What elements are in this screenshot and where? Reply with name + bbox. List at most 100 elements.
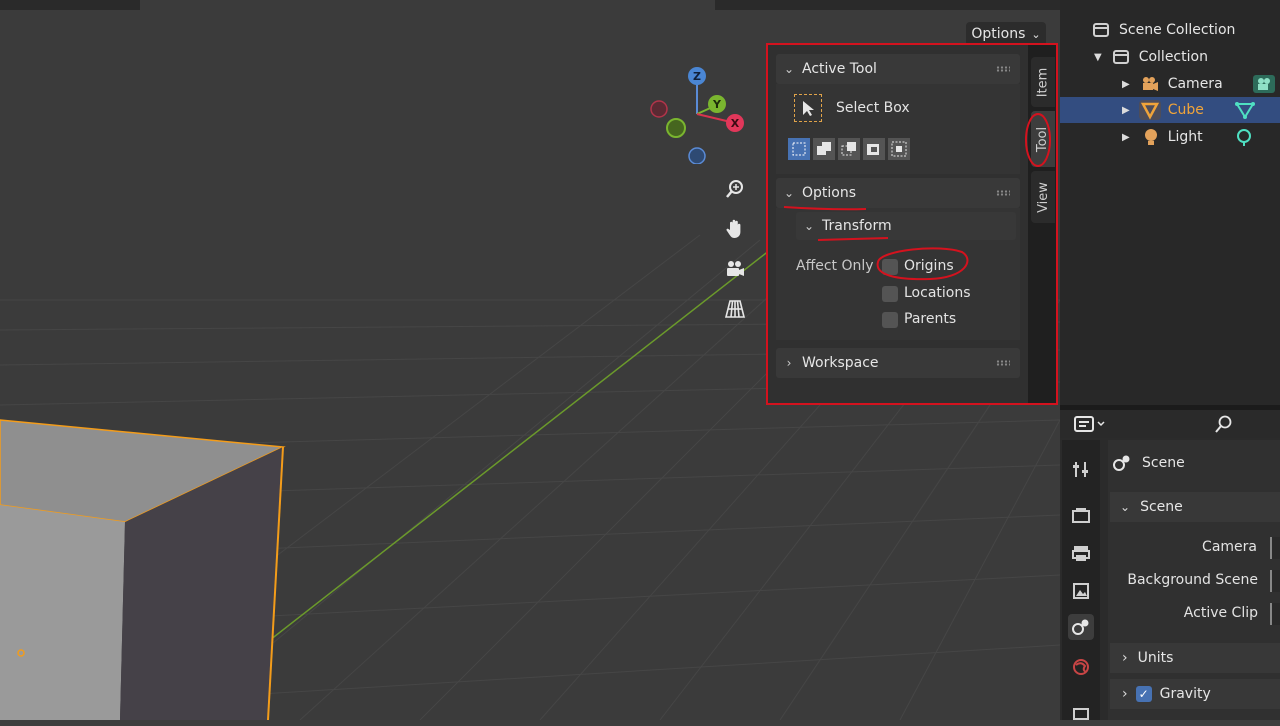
active-clip-input[interactable] — [1270, 603, 1280, 625]
tab-tool-label: Tool — [1035, 126, 1051, 152]
options-panel-header[interactable]: ⌄ Options — [776, 178, 1020, 208]
box-icon — [1073, 708, 1089, 720]
hand-icon — [726, 219, 741, 238]
drag-handle-icon[interactable] — [996, 66, 1010, 72]
select-mode-invert-button[interactable] — [863, 138, 885, 160]
world-properties-tab[interactable] — [1068, 654, 1094, 680]
scene-title: Scene — [1142, 455, 1185, 471]
light-data-icon — [1237, 129, 1251, 146]
select-mode-extend-button[interactable] — [813, 138, 835, 160]
scene-icon — [1072, 619, 1089, 635]
collection-properties-tab[interactable] — [1068, 700, 1094, 726]
scene-section-header[interactable]: ⌄ Scene — [1110, 492, 1280, 522]
editor-type-icon[interactable] — [1074, 414, 1108, 434]
camera-view-button[interactable] — [718, 252, 752, 286]
chevron-right-icon: ▶ — [1122, 78, 1130, 90]
outliner-item-cube[interactable]: ▶ Cube — [1060, 97, 1280, 123]
options-header-label: Options — [802, 185, 857, 201]
outliner-item-label: Light — [1167, 129, 1203, 145]
transform-header-label: Transform — [822, 218, 892, 234]
outliner-item-label: Cube — [1167, 102, 1204, 118]
gravity-checkbox[interactable]: ✓ — [1135, 686, 1152, 702]
render-icon — [1072, 508, 1090, 523]
scene-section-label: Scene — [1140, 499, 1183, 515]
outliner-collection[interactable]: ▼ Collection — [1060, 44, 1280, 70]
cube-front-face — [0, 505, 125, 720]
active-clip-label: Active Clip — [1183, 605, 1258, 621]
properties-header — [1060, 410, 1280, 438]
tab-view[interactable]: View — [1031, 171, 1055, 223]
search-icon[interactable] — [1214, 414, 1234, 434]
units-section-header[interactable]: › Units — [1110, 643, 1280, 673]
pan-button[interactable] — [718, 212, 752, 246]
printer-icon — [1072, 546, 1090, 561]
select-intersect-icon — [891, 141, 907, 157]
tab-item-label: Item — [1035, 67, 1051, 97]
collection-label: Collection — [1138, 49, 1208, 65]
outliner-scene-collection[interactable]: Scene Collection — [1060, 17, 1280, 43]
viewport-options-label: Options — [971, 26, 1026, 42]
chevron-down-icon: ⌄ — [803, 219, 815, 233]
navigation-gizmo[interactable]: Z Y X — [646, 64, 746, 164]
active-tool-header-label: Active Tool — [802, 61, 877, 77]
active-tool-name: Select Box — [836, 100, 910, 116]
locations-label: Locations — [904, 285, 971, 301]
tab-view-label: View — [1035, 181, 1051, 213]
drag-handle-icon[interactable] — [996, 360, 1010, 366]
grid-perspective-icon — [724, 300, 746, 318]
chevron-right-icon: ▶ — [1122, 104, 1130, 116]
background-scene-label: Background Scene — [1127, 572, 1258, 588]
output-properties-tab[interactable] — [1068, 540, 1094, 566]
outliner-item-light[interactable]: ▶ Light — [1060, 124, 1280, 150]
view-layer-properties-tab[interactable] — [1068, 578, 1094, 604]
background-scene-input[interactable] — [1270, 570, 1280, 592]
parents-checkbox[interactable] — [882, 312, 898, 328]
camera-object-icon — [1142, 77, 1158, 91]
chevron-down-icon: ⌄ — [783, 186, 795, 200]
mesh-data-icon — [1235, 102, 1255, 119]
collection-icon — [1093, 23, 1109, 37]
camera-field-input[interactable] — [1270, 537, 1280, 559]
select-set-icon — [792, 142, 806, 156]
world-icon — [1073, 659, 1089, 675]
zoom-button[interactable] — [718, 172, 752, 206]
light-object-icon — [1144, 129, 1157, 145]
chevron-down-icon: ▼ — [1094, 51, 1102, 63]
select-mode-intersect-button[interactable] — [888, 138, 910, 160]
drag-handle-icon[interactable] — [996, 190, 1010, 196]
camera-data-icon — [1253, 75, 1275, 93]
locations-checkbox[interactable] — [882, 286, 898, 302]
units-label: Units — [1137, 650, 1174, 666]
render-properties-tab[interactable] — [1068, 503, 1094, 529]
zoom-icon — [726, 180, 743, 198]
gravity-section-header[interactable]: › ✓ Gravity — [1110, 679, 1280, 709]
select-invert-icon — [867, 144, 879, 155]
tool-properties-tab[interactable] — [1068, 456, 1094, 482]
mesh-object-icon — [1138, 100, 1161, 120]
tab-item[interactable]: Item — [1031, 57, 1055, 107]
select-mode-subtract-button[interactable] — [838, 138, 860, 160]
cursor-icon — [803, 101, 814, 116]
outliner-item-camera[interactable]: ▶ Camera — [1060, 71, 1280, 97]
parents-label: Parents — [904, 311, 957, 327]
perspective-toggle-button[interactable] — [718, 292, 752, 326]
chevron-right-icon: › — [1122, 686, 1128, 702]
origins-checkbox[interactable] — [882, 259, 898, 275]
chevron-right-icon: ▶ — [1122, 131, 1130, 143]
workspace-panel-header[interactable]: › Workspace — [776, 348, 1020, 378]
header-fragment-left — [0, 0, 140, 10]
chevron-right-icon: › — [1122, 650, 1128, 666]
gizmo-x-label: X — [731, 117, 740, 130]
active-tool-panel-header[interactable]: ⌄ Active Tool — [776, 54, 1020, 84]
chevron-right-icon: › — [786, 356, 792, 370]
chevron-down-icon: ⌄ — [1120, 500, 1131, 514]
chevron-down-icon: ⌄ — [1031, 27, 1041, 41]
tab-tool[interactable]: Tool — [1031, 111, 1055, 167]
viewport-options-dropdown[interactable]: Options ⌄ — [966, 22, 1046, 46]
scene-properties-tab[interactable] — [1068, 614, 1094, 640]
transform-subpanel-header[interactable]: ⌄ Transform — [796, 212, 1016, 240]
select-mode-set-button[interactable] — [788, 138, 810, 160]
camera-field-label: Camera — [1202, 539, 1257, 555]
select-box-tool-icon[interactable] — [794, 94, 822, 122]
properties-context-header: Scene — [1108, 448, 1280, 478]
